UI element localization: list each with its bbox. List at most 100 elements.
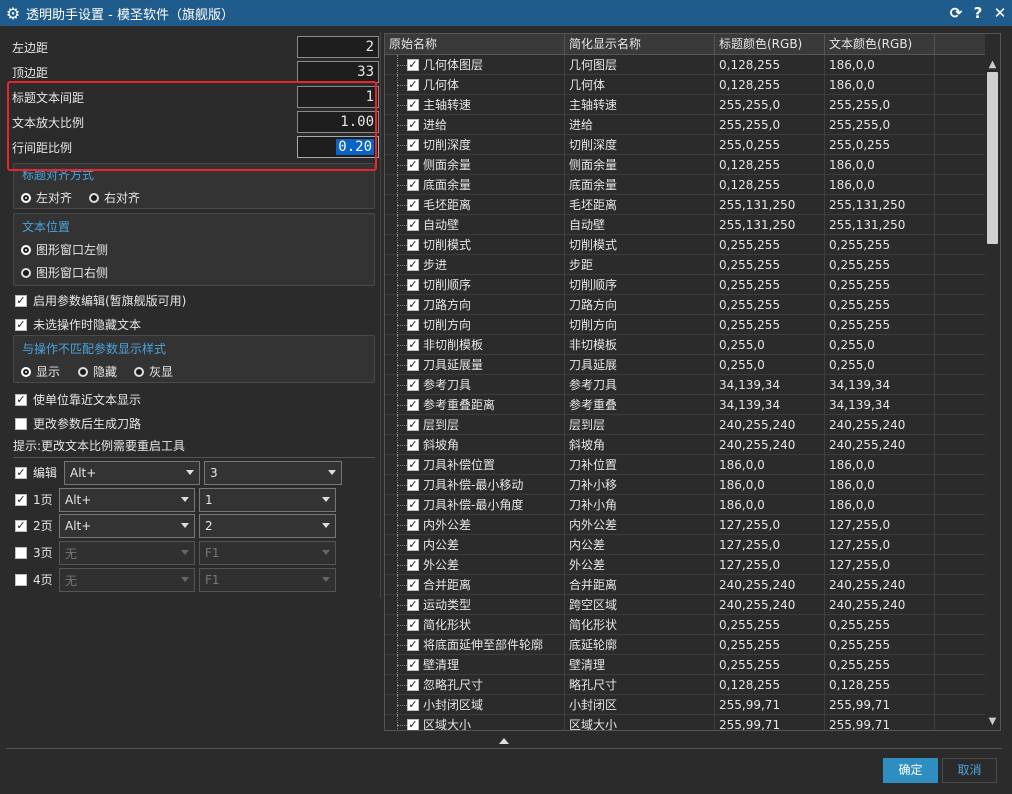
cell-text-color[interactable]: 240,255,240 bbox=[825, 595, 935, 615]
radio-show[interactable]: 显示 bbox=[21, 363, 60, 380]
cell-text-color[interactable]: 186,0,0 bbox=[825, 155, 935, 175]
cell-display-name[interactable]: 自动壁 bbox=[565, 215, 715, 235]
cell-original-name[interactable]: ✓ 切削顺序 bbox=[385, 275, 565, 295]
cell-title-color[interactable]: 255,131,250 bbox=[715, 195, 825, 215]
radio-align-left[interactable]: 左对齐 bbox=[21, 189, 72, 206]
table-row[interactable]: ✓ 简化形状 简化形状 0,255,255 0,255,255 bbox=[385, 615, 985, 635]
cell-title-color[interactable]: 0,255,255 bbox=[715, 635, 825, 655]
cell-text-color[interactable]: 127,255,0 bbox=[825, 555, 935, 575]
table-row[interactable]: ✓ 切削模式 切削模式 0,255,255 0,255,255 bbox=[385, 235, 985, 255]
radio-hide[interactable]: 隐藏 bbox=[78, 363, 117, 380]
radio-align-right[interactable]: 右对齐 bbox=[89, 189, 140, 206]
table-row[interactable]: ✓ 毛坯距离 毛坯距离 255,131,250 255,131,250 bbox=[385, 195, 985, 215]
cell-original-name[interactable]: ✓ 切削深度 bbox=[385, 135, 565, 155]
cell-original-name[interactable]: ✓ 简化形状 bbox=[385, 615, 565, 635]
table-row[interactable]: ✓ 参考刀具 参考刀具 34,139,34 34,139,34 bbox=[385, 375, 985, 395]
hotkey-page3-checkbox[interactable]: 3页 bbox=[15, 544, 53, 561]
cell-display-name[interactable]: 壁清理 bbox=[565, 655, 715, 675]
cell-text-color[interactable]: 0,255,255 bbox=[825, 255, 935, 275]
row-checkbox[interactable]: ✓ bbox=[407, 339, 419, 351]
cell-title-color[interactable]: 34,139,34 bbox=[715, 395, 825, 415]
cell-title-color[interactable]: 240,255,240 bbox=[715, 415, 825, 435]
cell-original-name[interactable]: ✓ 非切削模板 bbox=[385, 335, 565, 355]
cell-title-color[interactable]: 127,255,0 bbox=[715, 515, 825, 535]
hotkey-edit-key-select[interactable]: 3 bbox=[204, 461, 342, 485]
cell-text-color[interactable]: 186,0,0 bbox=[825, 495, 935, 515]
column-header[interactable]: 原始名称 bbox=[385, 34, 565, 55]
hotkey-page1-mod-select[interactable]: Alt+ bbox=[59, 488, 195, 512]
cell-original-name[interactable]: ✓ 运动类型 bbox=[385, 595, 565, 615]
cell-text-color[interactable]: 186,0,0 bbox=[825, 55, 935, 75]
cell-original-name[interactable]: ✓ 忽略孔尺寸 bbox=[385, 675, 565, 695]
cell-text-color[interactable]: 127,255,0 bbox=[825, 535, 935, 555]
table-row[interactable]: ✓ 运动类型 跨空区域 240,255,240 240,255,240 bbox=[385, 595, 985, 615]
cell-display-name[interactable]: 切削模式 bbox=[565, 235, 715, 255]
cell-original-name[interactable]: ✓ 小封闭区域 bbox=[385, 695, 565, 715]
table-row[interactable]: ✓ 内公差 内公差 127,255,0 127,255,0 bbox=[385, 535, 985, 555]
column-header[interactable]: 简化显示名称 bbox=[565, 34, 715, 55]
cell-display-name[interactable]: 切削方向 bbox=[565, 315, 715, 335]
radio-window-left[interactable]: 图形窗口左侧 bbox=[21, 241, 108, 258]
cell-original-name[interactable]: ✓ 合并距离 bbox=[385, 575, 565, 595]
close-icon[interactable]: ✕ bbox=[992, 3, 1008, 23]
row-checkbox[interactable]: ✓ bbox=[407, 139, 419, 151]
cell-display-name[interactable]: 刀路方向 bbox=[565, 295, 715, 315]
cell-title-color[interactable]: 255,255,0 bbox=[715, 95, 825, 115]
cell-title-color[interactable]: 186,0,0 bbox=[715, 495, 825, 515]
hotkey-page2-checkbox[interactable]: ✓ 2页 bbox=[15, 517, 53, 534]
cell-original-name[interactable]: ✓ 毛坯距离 bbox=[385, 195, 565, 215]
table-row[interactable]: ✓ 底面余量 底面余量 0,128,255 186,0,0 bbox=[385, 175, 985, 195]
cell-original-name[interactable]: ✓ 侧面余量 bbox=[385, 155, 565, 175]
cell-title-color[interactable]: 0,255,255 bbox=[715, 235, 825, 255]
cell-original-name[interactable]: ✓ 壁清理 bbox=[385, 655, 565, 675]
checkbox-hide-text[interactable]: ✓ 未选操作时隐藏文本 bbox=[15, 316, 141, 333]
cell-original-name[interactable]: ✓ 主轴转速 bbox=[385, 95, 565, 115]
row-checkbox[interactable]: ✓ bbox=[407, 719, 419, 730]
cell-text-color[interactable]: 186,0,0 bbox=[825, 75, 935, 95]
row-checkbox[interactable]: ✓ bbox=[407, 699, 419, 711]
table-row[interactable]: ✓ 层到层 层到层 240,255,240 240,255,240 bbox=[385, 415, 985, 435]
row-checkbox[interactable]: ✓ bbox=[407, 219, 419, 231]
scroll-down-icon[interactable]: ▼ bbox=[985, 714, 1000, 729]
row-checkbox[interactable]: ✓ bbox=[407, 399, 419, 411]
cell-display-name[interactable]: 刀具延展 bbox=[565, 355, 715, 375]
column-header[interactable]: 文本颜色(RGB) bbox=[825, 34, 935, 55]
table-row[interactable]: ✓ 切削顺序 切削顺序 0,255,255 0,255,255 bbox=[385, 275, 985, 295]
checkbox-unit-near-text[interactable]: ✓ 使单位靠近文本显示 bbox=[15, 391, 141, 408]
row-checkbox[interactable]: ✓ bbox=[407, 379, 419, 391]
hotkey-page2-key-select[interactable]: 2 bbox=[199, 514, 336, 538]
cell-display-name[interactable]: 参考刀具 bbox=[565, 375, 715, 395]
row-checkbox[interactable]: ✓ bbox=[407, 639, 419, 651]
cell-display-name[interactable]: 外公差 bbox=[565, 555, 715, 575]
cell-original-name[interactable]: ✓ 斜坡角 bbox=[385, 435, 565, 455]
cell-display-name[interactable]: 进给 bbox=[565, 115, 715, 135]
table-row[interactable]: ✓ 切削方向 切削方向 0,255,255 0,255,255 bbox=[385, 315, 985, 335]
cell-display-name[interactable]: 切削深度 bbox=[565, 135, 715, 155]
cell-display-name[interactable]: 底延轮廓 bbox=[565, 635, 715, 655]
table-row[interactable]: ✓ 壁清理 壁清理 0,255,255 0,255,255 bbox=[385, 655, 985, 675]
table-row[interactable]: ✓ 几何体 几何体 0,128,255 186,0,0 bbox=[385, 75, 985, 95]
collapse-up-icon[interactable] bbox=[499, 738, 509, 744]
row-checkbox[interactable]: ✓ bbox=[407, 599, 419, 611]
cell-text-color[interactable]: 186,0,0 bbox=[825, 455, 935, 475]
checkbox-regen-toolpath[interactable]: 更改参数后生成刀路 bbox=[15, 415, 141, 432]
hotkey-page1-checkbox[interactable]: ✓ 1页 bbox=[15, 491, 53, 508]
cell-title-color[interactable]: 0,255,255 bbox=[715, 315, 825, 335]
cell-title-color[interactable]: 127,255,0 bbox=[715, 555, 825, 575]
cell-original-name[interactable]: ✓ 参考刀具 bbox=[385, 375, 565, 395]
checkbox-enable-param-edit[interactable]: ✓ 启用参数编辑(暂旗舰版可用) bbox=[15, 292, 186, 309]
cell-text-color[interactable]: 0,255,255 bbox=[825, 295, 935, 315]
table-row[interactable]: ✓ 非切削模板 非切模板 0,255,0 0,255,0 bbox=[385, 335, 985, 355]
table-row[interactable]: ✓ 进给 进给 255,255,0 255,255,0 bbox=[385, 115, 985, 135]
cell-text-color[interactable]: 0,255,255 bbox=[825, 635, 935, 655]
row-checkbox[interactable]: ✓ bbox=[407, 79, 419, 91]
table-row[interactable]: ✓ 几何体图层 几何图层 0,128,255 186,0,0 bbox=[385, 55, 985, 75]
hotkey-page1-key-select[interactable]: 1 bbox=[199, 488, 336, 512]
cell-original-name[interactable]: ✓ 底面余量 bbox=[385, 175, 565, 195]
radio-gray[interactable]: 灰显 bbox=[134, 363, 173, 380]
hotkey-page4-checkbox[interactable]: 4页 bbox=[15, 571, 53, 588]
cell-title-color[interactable]: 0,255,255 bbox=[715, 295, 825, 315]
cell-original-name[interactable]: ✓ 内公差 bbox=[385, 535, 565, 555]
hotkey-page2-mod-select[interactable]: Alt+ bbox=[59, 514, 195, 538]
cell-text-color[interactable]: 186,0,0 bbox=[825, 475, 935, 495]
